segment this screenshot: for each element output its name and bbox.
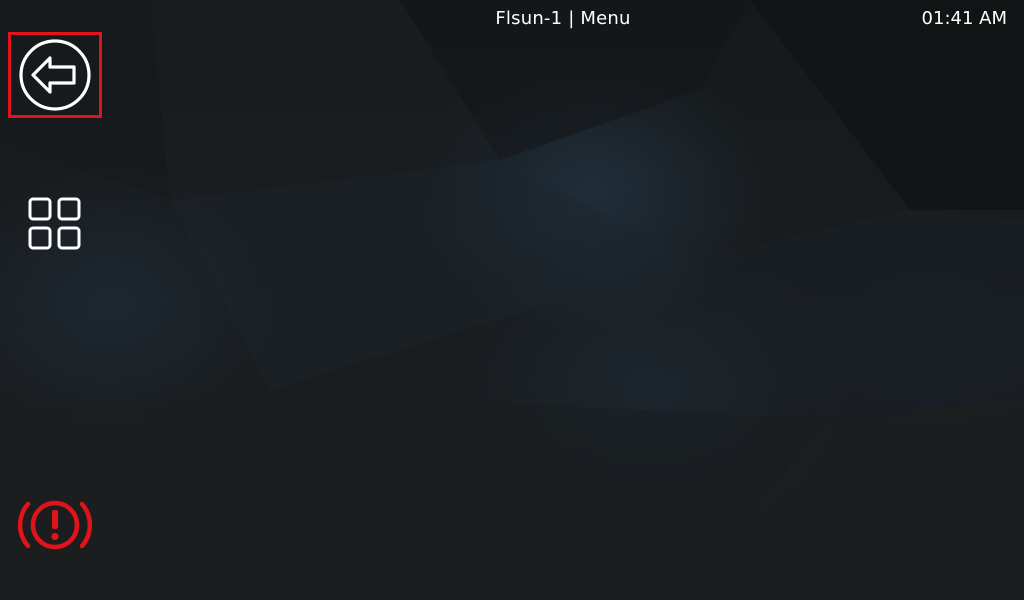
screen: Flsun-1 | Menu 01:41 AM bbox=[0, 0, 1024, 600]
emergency-stop-button[interactable] bbox=[8, 484, 102, 566]
back-button[interactable] bbox=[8, 32, 102, 118]
background-pattern bbox=[0, 0, 1024, 600]
home-button[interactable] bbox=[8, 184, 102, 264]
clock: 01:41 AM bbox=[921, 8, 1007, 29]
title-bar: Flsun-1 | Menu 01:41 AM bbox=[0, 0, 1024, 40]
emergency-stop-icon bbox=[17, 500, 93, 550]
grid-icon bbox=[28, 197, 81, 250]
panel-title: Flsun-1 | Menu bbox=[0, 8, 1024, 29]
arrow-left-circle-icon bbox=[19, 39, 91, 111]
printer-name: Flsun-1 bbox=[495, 8, 563, 29]
panel-name: Menu bbox=[580, 8, 631, 29]
